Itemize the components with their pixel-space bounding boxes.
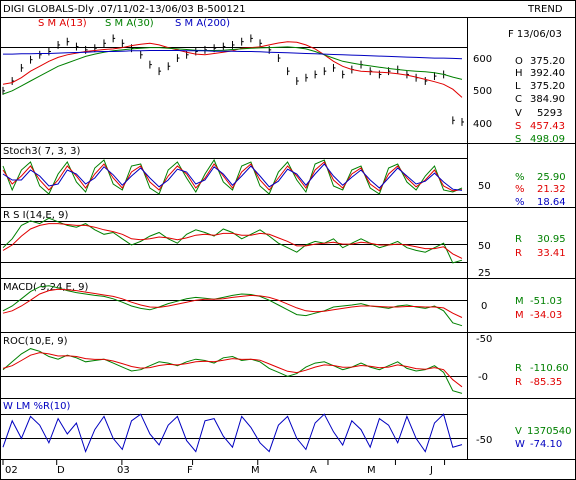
readout-high: 392.40 [530, 68, 565, 79]
williams-value: -74.10 [530, 439, 562, 450]
macd-signal-value: -34.03 [530, 310, 562, 321]
stoch-title: Stoch3( 7, 3, 3) [3, 146, 80, 157]
xlabel-jun: J [429, 465, 433, 476]
macd-ytick-0: 0 [481, 301, 487, 312]
stoch-ytick-50: 50 [478, 181, 491, 192]
xlabel-03: 03 [117, 465, 130, 476]
macd-series-1 [2, 288, 463, 318]
volume-key: V [515, 426, 522, 437]
xlabel-02: 02 [5, 465, 18, 476]
trend-label: TREND [527, 4, 563, 15]
roc-signal-value: -85.35 [530, 377, 562, 388]
readout-key-volume: V [515, 108, 522, 119]
stoch-key-d: % [515, 184, 525, 195]
price-ytick-500: 500 [473, 86, 492, 97]
xlabel-dec: D [57, 465, 65, 476]
readout-date: F 13/06/03 [508, 29, 562, 40]
price-ma-series-0 [2, 41, 463, 98]
rsi-series-1 [2, 223, 463, 259]
macd-key: M [515, 296, 524, 307]
readout-key-high: H [515, 68, 523, 79]
readout-volume: 5293 [537, 108, 562, 119]
rsi-ytick-25: 25 [478, 268, 491, 279]
readout-key-low: L [515, 81, 521, 92]
rsi-signal-key: R [515, 248, 522, 259]
stoch-value-dslow: 18.64 [537, 197, 566, 208]
readout-key-open: O [515, 56, 523, 67]
xlabel-mar: M [251, 465, 260, 476]
roc-value: -110.60 [530, 363, 569, 374]
macd-signal-key: M [515, 310, 524, 321]
stoch-key-dslow: % [515, 197, 525, 208]
rsi-key: R [515, 234, 522, 245]
readout-sma30: 498.09 [530, 134, 565, 145]
chart-title: DIGI GLOBALS-Dly .07/11/02-13/06/03 B-50… [3, 4, 246, 15]
rsi-value: 30.95 [537, 234, 566, 245]
stoch-value-d: 21.32 [537, 184, 566, 195]
stoch-series-2 [2, 163, 463, 191]
legend-sma13: S M A(13) [38, 18, 87, 29]
roc-signal-key: R [515, 377, 522, 388]
xlabel-apr: A [310, 465, 317, 476]
williams-key: W [515, 439, 525, 450]
rsi-signal-value: 33.41 [537, 248, 566, 259]
legend-sma30: S M A(30) [105, 18, 154, 29]
roc-key: R [515, 363, 522, 374]
roc-series-0 [2, 348, 463, 394]
chart-window: DIGI GLOBALS-Dly .07/11/02-13/06/03 B-50… [0, 0, 576, 480]
readout-low: 375.20 [530, 81, 565, 92]
williams-title: W LM %R(10) [3, 401, 71, 412]
stoch-value-k: 25.90 [537, 172, 566, 183]
price-ytick-600: 600 [473, 54, 492, 65]
macd-series-0 [2, 285, 463, 327]
stoch-series-0 [2, 158, 463, 195]
stoch-key-k: % [515, 172, 525, 183]
price-ytick-400: 400 [473, 119, 492, 130]
xlabel-feb: F [187, 465, 193, 476]
rsi-ytick-50: 50 [478, 241, 491, 252]
price-readout: O 375.20 H 392.40 L 375.20 C 384.90 V 52… [515, 56, 565, 145]
readout-sma13: 457.43 [530, 121, 565, 132]
readout-key-sma13: S [515, 121, 521, 132]
roc-series-1 [2, 352, 463, 388]
technical-chart: DIGI GLOBALS-Dly .07/11/02-13/06/03 B-50… [0, 0, 576, 480]
williams-ytick-neg50: -50 [476, 435, 492, 446]
xlabel-may: M [367, 465, 376, 476]
williams-series-0 [2, 413, 463, 454]
readout-open: 375.20 [530, 56, 565, 67]
legend-sma200: S M A(200) [175, 18, 230, 29]
volume-value: 1370540 [527, 426, 572, 437]
roc-ytick-0: -0 [478, 372, 488, 383]
readout-key-sma30: S [515, 134, 521, 145]
macd-value: -51.03 [530, 296, 562, 307]
readout-close: 384.90 [530, 94, 565, 105]
price-ma-series-2 [3, 50, 463, 60]
macd-ytick-neg50: -50 [476, 334, 492, 345]
readout-key-close: C [515, 94, 522, 105]
rsi-title: R S I(14,E, 9) [3, 210, 68, 221]
roc-title: ROC(10,E, 9) [3, 336, 68, 347]
